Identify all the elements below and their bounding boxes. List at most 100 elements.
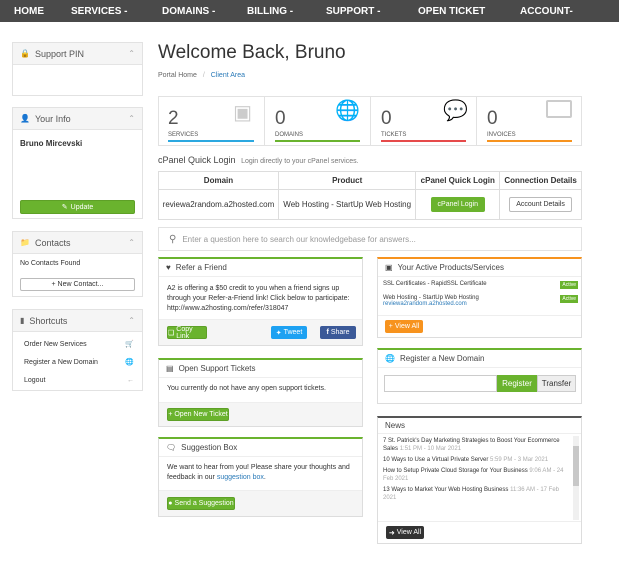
refer-friend-title: Refer a Friend (175, 263, 227, 272)
register-domain-header: 🌐 Register a New Domain (378, 350, 581, 368)
quick-login-title: cPanel Quick Login (158, 155, 236, 165)
support-tickets-text: You currently do not have any open suppo… (167, 385, 326, 392)
breadcrumb: Portal Home / Client Area (158, 72, 245, 79)
support-tickets-title: Open Support Tickets (178, 364, 256, 373)
support-tickets-card: ▤ Open Support Tickets You currently do … (158, 358, 363, 427)
stat-domains-value: 0 (275, 108, 286, 129)
active-products-title: Your Active Products/Services (397, 263, 504, 272)
news-item[interactable]: 10 Ways to Use a Virtual Private Server … (383, 456, 568, 464)
nav-home[interactable]: HOME (14, 6, 44, 17)
lock-icon: 🔒 (20, 49, 30, 58)
domain-search-input[interactable] (384, 375, 497, 392)
news-item-date: 1:51 PM - 10 Mar 2021 (399, 446, 462, 452)
news-footer: ➜ View All (378, 521, 581, 543)
view-all-products-label: View All (394, 323, 420, 330)
shortcuts-header[interactable]: ▮ Shortcuts ⌃ (13, 310, 142, 332)
list-item[interactable]: Web Hosting - StartUp Web Hosting review… (383, 295, 578, 313)
stat-services[interactable]: 2 SERVICES ▣ (158, 96, 264, 146)
breadcrumb-separator: / (202, 72, 205, 79)
stat-invoices[interactable]: 0 INVOICES (476, 96, 582, 146)
news-list: 7 St. Patrick's Day Marketing Strategies… (383, 437, 568, 502)
credit-card-icon (546, 100, 572, 118)
shortcut-order-services[interactable]: Order New Services 🛒 (13, 336, 142, 352)
view-all-news-button[interactable]: ➜ View All (386, 526, 424, 539)
stat-services-label: SERVICES (168, 132, 199, 138)
stat-tickets[interactable]: 0 TICKETS 💬 (370, 96, 476, 146)
stat-services-value: 2 (168, 108, 179, 129)
open-new-ticket-button[interactable]: + Open New Ticket (167, 408, 229, 421)
your-info-title: Your Info (34, 113, 71, 124)
shortcut-register-domain[interactable]: Register a New Domain 🌐 (13, 354, 142, 370)
support-pin-title: Support PIN (34, 48, 84, 59)
nav-open-ticket[interactable]: OPEN TICKET (418, 6, 485, 17)
view-all-products-button[interactable]: + View All (385, 320, 423, 333)
cube-icon: ▣ (385, 263, 393, 272)
chat-icon: ● (168, 500, 173, 507)
suggestion-box-link[interactable]: suggestion box (217, 474, 264, 481)
chevron-up-icon[interactable]: ⌃ (128, 114, 135, 123)
tweet-button[interactable]: ✦ Tweet (271, 326, 307, 339)
cpanel-login-button[interactable]: cPanel Login (430, 197, 486, 212)
news-scrollbar-thumb[interactable] (573, 446, 579, 486)
send-suggestion-label: Send a Suggestion (174, 500, 234, 507)
nav-account[interactable]: ACCOUNT- (520, 6, 573, 17)
update-button[interactable]: ✎ Update (20, 200, 135, 214)
news-item[interactable]: 7 St. Patrick's Day Marketing Strategies… (383, 437, 568, 453)
chevron-up-icon[interactable]: ⌃ (128, 238, 135, 247)
table-header-row: Domain Product cPanel Quick Login Connec… (158, 171, 582, 190)
stat-domains-bar (275, 140, 360, 142)
stat-services-bar (168, 140, 254, 142)
heart-icon: ♥ (166, 263, 171, 272)
list-item[interactable]: SSL Certificates - RapidSSL Certificate … (383, 281, 578, 292)
support-pin-header[interactable]: 🔒 Support PIN ⌃ (13, 43, 142, 65)
active-products-footer: + View All (378, 315, 581, 337)
send-suggestion-button[interactable]: ● Send a Suggestion (167, 497, 235, 510)
shortcuts-title: Shortcuts (29, 315, 68, 326)
chevron-up-icon[interactable]: ⌃ (128, 49, 135, 58)
stat-invoices-label: INVOICES (487, 132, 516, 138)
tweet-label: Tweet (283, 329, 303, 336)
breadcrumb-home[interactable]: Portal Home (158, 72, 197, 79)
news-item[interactable]: How to Setup Private Cloud Storage for Y… (383, 467, 568, 483)
suggestion-box-text: We want to hear from you! Please share y… (167, 463, 359, 483)
register-button[interactable]: Register (497, 375, 537, 392)
refer-friend-text: A2 is offering a $50 credit to you when … (167, 285, 350, 302)
contacts-header[interactable]: 📁 Contacts ⌃ (13, 232, 142, 254)
suggestion-box-card: 🗨 Suggestion Box We want to hear from yo… (158, 437, 363, 517)
nav-support[interactable]: SUPPORT - (326, 6, 380, 17)
nav-domains[interactable]: DOMAINS - (162, 6, 215, 17)
kb-search-box[interactable]: ⚲ Enter a question here to search our kn… (158, 227, 582, 251)
breadcrumb-current: Client Area (210, 72, 246, 79)
quick-login-heading: cPanel Quick Login Login directly to you… (158, 155, 359, 165)
new-contact-button[interactable]: + New Contact... (20, 278, 135, 291)
transfer-button[interactable]: Transfer (537, 375, 576, 392)
refer-friend-link[interactable]: http://www.a2hosting.com/refer/318047 (167, 305, 288, 312)
register-domain-card: 🌐 Register a New Domain Register Transfe… (377, 348, 582, 404)
product-domain: reviewa2random.a2hosted.com (383, 301, 467, 307)
news-item[interactable]: 13 Ways to Market Your Web Hosting Busin… (383, 486, 568, 502)
stat-tickets-label: TICKETS (381, 132, 407, 138)
news-scrollbar[interactable] (573, 436, 579, 520)
kb-search-input[interactable]: Enter a question here to search our know… (182, 235, 415, 244)
nav-billing[interactable]: BILLING - (247, 6, 293, 17)
copy-link-button[interactable]: ❏ Copy Link (167, 326, 207, 340)
cube-icon: ▣ (233, 102, 252, 124)
news-item-title: 10 Ways to Use a Virtual Private Server (383, 457, 489, 463)
shortcut-logout[interactable]: Logout ← (13, 372, 142, 388)
comments-icon: 💬 (443, 100, 468, 122)
chevron-up-icon[interactable]: ⌃ (128, 316, 135, 325)
stat-domains[interactable]: 0 DOMAINS 🌐 (264, 96, 370, 146)
status-badge: Active (560, 295, 578, 303)
account-details-button[interactable]: Account Details (509, 197, 572, 212)
your-info-header[interactable]: 👤 Your Info ⌃ (13, 108, 142, 130)
table-row: reviewa2random.a2hosted.com Web Hosting … (158, 189, 582, 220)
stat-domains-label: DOMAINS (275, 132, 304, 138)
active-products-card: ▣ Your Active Products/Services SSL Cert… (377, 257, 582, 338)
col-connection-details: Connection Details (499, 171, 582, 190)
share-button[interactable]: f Share (320, 326, 356, 339)
contacts-panel: 📁 Contacts ⌃ No Contacts Found + New Con… (12, 231, 143, 297)
stat-tickets-bar (381, 140, 466, 142)
cart-icon: 🛒 (125, 341, 134, 348)
nav-services[interactable]: SERVICES - (71, 6, 128, 17)
suggestion-box-footer: ● Send a Suggestion (159, 490, 362, 516)
